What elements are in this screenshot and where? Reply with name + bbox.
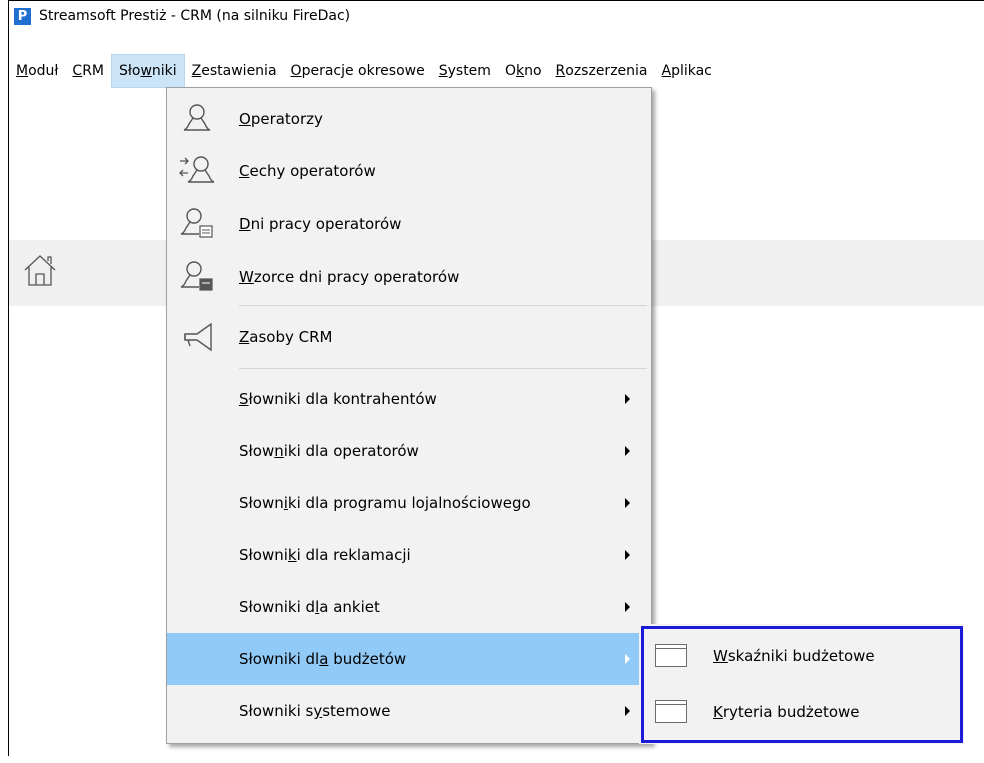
menu-crm[interactable]: C RM bbox=[65, 54, 111, 88]
submenu-arrow-icon bbox=[625, 498, 630, 508]
menu-item-label: Cechy operatorów bbox=[239, 162, 376, 180]
menu-item-label: Słowniki dla reklamacji bbox=[239, 546, 411, 564]
operator-workdays-icon bbox=[180, 208, 213, 238]
title-bar: P Streamsoft Prestiż - CRM (na silniku F… bbox=[9, 1, 984, 31]
menu-item-label: Słowniki dla programu lojalnościowego bbox=[239, 494, 531, 512]
home-icon[interactable] bbox=[23, 252, 57, 288]
window-title: Streamsoft Prestiż - CRM (na silniku Fir… bbox=[39, 8, 351, 24]
app-logo: P bbox=[14, 7, 31, 25]
menu-item-label: Słowniki systemowe bbox=[239, 702, 391, 720]
submenu-arrow-icon bbox=[625, 654, 630, 664]
menu-item-slowniki-ankiet[interactable]: Słowniki dla ankiet bbox=[167, 581, 651, 633]
submenu-item-label: Wskaźniki budżetowe bbox=[713, 647, 875, 665]
menu-item-label: Wzorce dni pracy operatorów bbox=[239, 268, 460, 286]
menu-item-slowniki-kontrahentow[interactable]: Słowniki dla kontrahentów bbox=[167, 373, 651, 425]
submenu-arrow-icon bbox=[625, 602, 630, 612]
menu-item-operatorzy[interactable]: Operatorzy bbox=[167, 97, 651, 141]
menu-item-label: Słowniki dla kontrahentów bbox=[239, 390, 437, 408]
submenu-arrow-icon bbox=[625, 550, 630, 560]
workday-templates-icon bbox=[180, 261, 213, 291]
menu-system[interactable]: System bbox=[432, 54, 498, 88]
menu-separator bbox=[239, 368, 647, 369]
submenu-item-wskazniki-budzetowe[interactable]: Wskaźniki budżetowe bbox=[639, 630, 964, 682]
menu-modul[interactable]: Moduł bbox=[9, 54, 65, 88]
menu-okno[interactable]: Ok no bbox=[498, 54, 549, 88]
window-icon bbox=[655, 644, 687, 667]
submenu-arrow-icon bbox=[625, 706, 630, 716]
operator-features-icon bbox=[179, 156, 215, 183]
menu-rozszerzenia[interactable]: Rozszerzenia bbox=[549, 54, 655, 88]
menu-item-slowniki-operatorow[interactable]: Słowniki dla operatorów bbox=[167, 425, 651, 477]
menu-item-label: Operatorzy bbox=[239, 110, 323, 128]
operator-icon bbox=[183, 104, 211, 131]
menu-item-label: Dni pracy operatorów bbox=[239, 215, 402, 233]
menu-item-slowniki-budzetow[interactable]: Słowniki dla budżetów bbox=[167, 633, 651, 685]
menu-item-label: Słowniki dla ankiet bbox=[239, 598, 380, 616]
menu-item-cechy-operatorow[interactable]: Cechy operatorów bbox=[167, 148, 651, 194]
menu-item-label: Słowniki dla budżetów bbox=[239, 650, 407, 668]
submenu-item-label: Kryteria budżetowe bbox=[713, 703, 860, 721]
menu-separator bbox=[239, 305, 647, 306]
slowniki-dropdown-menu: Operatorzy Cechy operatorów Dni pracy op… bbox=[166, 87, 652, 744]
menu-item-dni-pracy-operatorow[interactable]: Dni pracy operatorów bbox=[167, 201, 651, 247]
megaphone-icon bbox=[184, 322, 212, 352]
submenu-arrow-icon bbox=[625, 394, 630, 404]
menu-item-slowniki-programu-lojalnosciowego[interactable]: Słowniki dla programu lojalnościowego bbox=[167, 477, 651, 529]
menu-operacje-okresowe[interactable]: Operacje okresowe bbox=[284, 54, 432, 88]
menu-item-wzorce-dni-pracy[interactable]: Wzorce dni pracy operatorów bbox=[167, 254, 651, 300]
submenu-arrow-icon bbox=[625, 446, 630, 456]
menu-aplikacje[interactable]: Aplikac bbox=[655, 54, 719, 88]
submenu-item-kryteria-budzetowe[interactable]: Kryteria budżetowe bbox=[639, 686, 964, 738]
menu-item-slowniki-reklamacji[interactable]: Słowniki dla reklamacji bbox=[167, 529, 651, 581]
menu-slowniki[interactable]: Sło w niki bbox=[111, 54, 185, 88]
menu-item-label: Słowniki dla operatorów bbox=[239, 442, 419, 460]
window-icon bbox=[655, 700, 687, 723]
menu-zestawienia[interactable]: Zestawienia bbox=[185, 54, 284, 88]
budzety-submenu: Wskaźniki budżetowe Kryteria budżetowe bbox=[639, 624, 964, 744]
menu-bar: Moduł C RM Sło w niki Zestawienia Operacje … bbox=[9, 53, 984, 89]
menu-item-slowniki-systemowe[interactable]: Słowniki systemowe bbox=[167, 685, 651, 737]
menu-item-zasoby-crm[interactable]: Zasoby CRM bbox=[167, 312, 651, 362]
menu-item-label: Zasoby CRM bbox=[239, 328, 333, 346]
